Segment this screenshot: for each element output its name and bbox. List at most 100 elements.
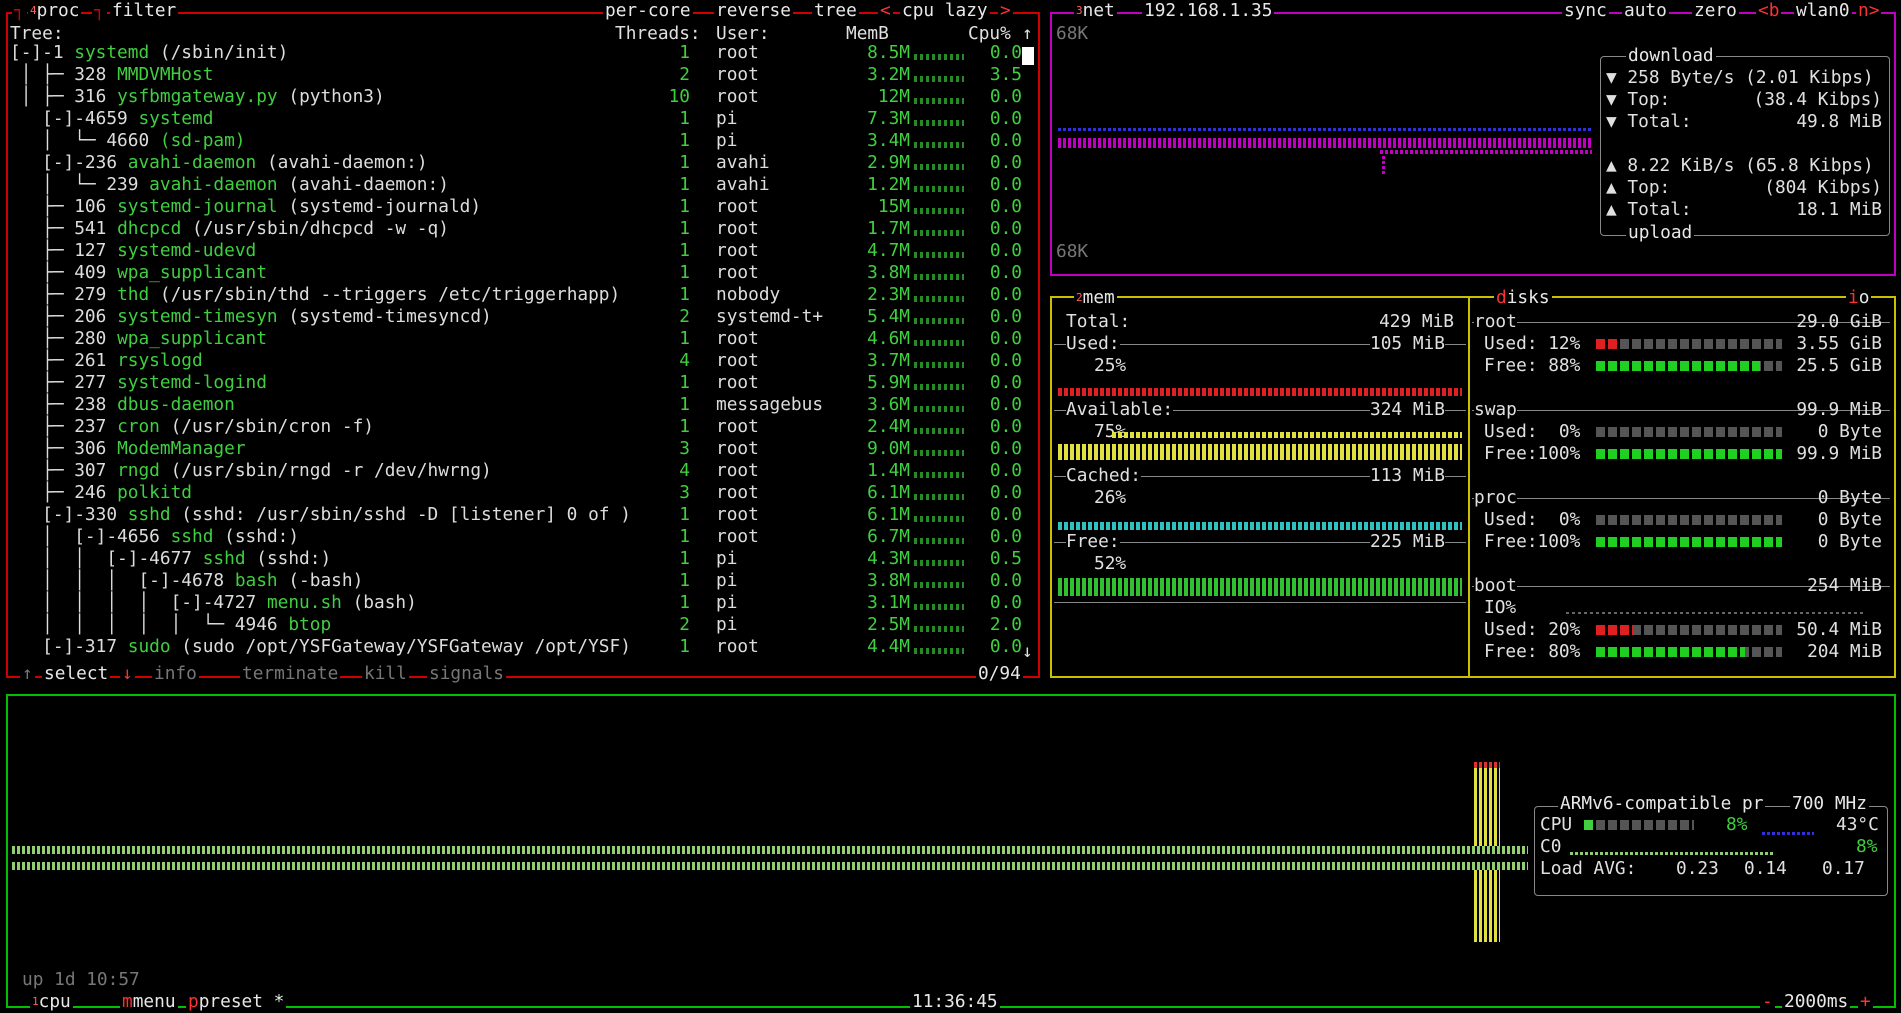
table-row[interactable]: ├─ 237 cron (/usr/sbin/cron -f) 1 root 2.4M… [10, 416, 1030, 438]
process-cpu: 0.0 [989, 152, 1022, 173]
table-row[interactable]: [-]-236 avahi-daemon (avahi-daemon:) 1 ava… [10, 152, 1030, 174]
process-cpu: 0.0 [989, 328, 1022, 349]
process-threads: 1 [679, 262, 690, 283]
process-tree-branch: ├─ 277 [10, 372, 118, 393]
per-core-toggle[interactable]: per-core [603, 0, 693, 22]
process-tree-branch: ├─ 238 [10, 394, 118, 415]
proc-tab-corner: ┐ [12, 0, 27, 22]
core0-graph [1570, 852, 1774, 855]
table-row[interactable]: │ └─ 239 avahi-daemon (avahi-daemon:) 1 av… [10, 174, 1030, 196]
net-title[interactable]: 3net [1074, 0, 1117, 22]
preset-button[interactable]: ppreset * [186, 991, 287, 1013]
process-command: (avahi-daemon:) [256, 152, 428, 173]
table-row[interactable]: │ │ │ [-]-4678 bash (-bash) 1 pi 3.8M 0.0 [10, 570, 1030, 592]
process-tree-branch: ├─ 127 [10, 240, 118, 261]
process-tree-branch: ├─ 409 [10, 262, 118, 283]
table-row[interactable]: │ [-]-4656 sshd (sshd:) 1 root 6.7M 0.0 [10, 526, 1030, 548]
sort-prev-button[interactable]: < [878, 0, 893, 22]
scroll-down-arrow[interactable]: ↓ [1022, 641, 1033, 663]
net-iface-prev[interactable]: <b [1756, 0, 1782, 22]
process-cpu: 0.0 [989, 394, 1022, 415]
table-row[interactable]: ├─ 277 systemd-logind 1 root 5.9M 0.0 [10, 372, 1030, 394]
cpu-title[interactable]: 1cpu [30, 991, 73, 1013]
process-user: root [716, 196, 759, 217]
upload-total-label: ▲ Total: [1606, 199, 1692, 220]
process-user: avahi [716, 174, 770, 195]
process-mem: 7.3M [867, 108, 910, 129]
info-button[interactable]: info [152, 663, 199, 685]
process-tree-branch: │ ├─ 316 [10, 86, 118, 107]
process-mem: 3.1M [867, 592, 910, 613]
disk-used: 3.55 GiB [1796, 333, 1882, 354]
disk-free-label: Free:100% [1484, 443, 1581, 464]
process-cpu-graph [914, 120, 964, 126]
table-row[interactable]: ├─ 306 ModemManager 3 root 9.0M 0.0 [10, 438, 1030, 460]
tree-toggle[interactable]: tree [812, 0, 859, 22]
table-row[interactable]: ├─ 261 rsyslogd 4 root 3.7M 0.0 [10, 350, 1030, 372]
table-row[interactable]: │ │ │ │ │ └─ 4946 btop 2 pi 2.5M 2.0 [10, 614, 1030, 636]
select-button[interactable]: select [42, 663, 111, 685]
proc-title[interactable]: 4proc [28, 0, 82, 22]
process-user: pi [716, 570, 738, 591]
process-cpu: 0.0 [989, 218, 1022, 239]
disks-io-toggle[interactable]: io [1846, 287, 1872, 309]
table-row[interactable]: [-]-1 systemd (/sbin/init) 1 root 8.5M 0.0 [10, 42, 1030, 64]
process-user: root [716, 460, 759, 481]
disks-title[interactable]: disks [1494, 287, 1552, 309]
reverse-toggle[interactable]: reverse [714, 0, 793, 22]
kill-button[interactable]: kill [362, 663, 409, 685]
table-row[interactable]: ├─ 238 dbus-daemon 1 messagebus 3.6M 0.0 [10, 394, 1030, 416]
mem-avail: 324 MiB [1370, 399, 1445, 421]
process-cpu: 0.5 [989, 548, 1022, 569]
table-row[interactable]: [-]-4659 systemd 1 pi 7.3M 0.0 [10, 108, 1030, 130]
table-row[interactable]: ├─ 106 systemd-journal (systemd-journald… [10, 196, 1030, 218]
select-up-arrow[interactable]: ↑ [20, 663, 35, 685]
table-row[interactable]: [-]-317 sudo (sudo /opt/YSFGateway/YSFGa… [10, 636, 1030, 658]
process-threads: 4 [679, 350, 690, 371]
menu-button[interactable]: mmenu [120, 991, 178, 1013]
process-tree-branch: ├─ 261 [10, 350, 118, 371]
process-user: root [716, 482, 759, 503]
table-row[interactable]: ├─ 127 systemd-udevd 1 root 4.7M 0.0 [10, 240, 1030, 262]
process-user: root [716, 350, 759, 371]
sort-next-button[interactable]: > [998, 0, 1013, 22]
table-row[interactable]: │ └─ 4660 (sd-pam) 1 pi 3.4M 0.0 [10, 130, 1030, 152]
mem-used-label: Used: [1066, 333, 1120, 355]
table-row[interactable]: ├─ 541 dhcpcd (/usr/sbin/dhcpcd -w -q) 1 r… [10, 218, 1030, 240]
process-threads: 1 [679, 218, 690, 239]
net-iface-next[interactable]: n> [1856, 0, 1882, 22]
process-user: pi [716, 614, 738, 635]
process-user: root [716, 438, 759, 459]
net-sync-toggle[interactable]: sync [1562, 0, 1609, 22]
process-user: root [716, 240, 759, 261]
net-auto-toggle[interactable]: auto [1622, 0, 1669, 22]
table-row[interactable]: │ │ │ │ [-]-4727 menu.sh (bash) 1 pi 3.1M 0.… [10, 592, 1030, 614]
table-row[interactable]: ├─ 280 wpa_supplicant 1 root 4.6M 0.0 [10, 328, 1030, 350]
net-zero-toggle[interactable]: zero [1692, 0, 1739, 22]
table-row[interactable]: ├─ 279 thd (/usr/sbin/thd --triggers /et… [10, 284, 1030, 306]
sort-field[interactable]: cpu lazy [900, 0, 990, 22]
mem-cached-pct: 26% [1094, 487, 1127, 508]
signals-button[interactable]: signals [427, 663, 506, 685]
proc-filter-button[interactable]: filter [110, 0, 179, 22]
mem-free: 225 MiB [1370, 531, 1445, 553]
table-row[interactable]: ├─ 409 wpa_supplicant 1 root 3.8M 0.0 [10, 262, 1030, 284]
table-row[interactable]: ├─ 307 rngd (/usr/sbin/rngd -r /dev/hwrn… [10, 460, 1030, 482]
table-row[interactable]: ├─ 246 polkitd 3 root 6.1M 0.0 [10, 482, 1030, 504]
interval-increase[interactable]: + [1858, 991, 1873, 1013]
scrollbar-thumb[interactable] [1022, 47, 1034, 65]
table-row[interactable]: │ ├─ 328 MMDVMHost 2 root 3.2M 3.5 [10, 64, 1030, 86]
terminate-button[interactable]: terminate [240, 663, 341, 685]
table-row[interactable]: ├─ 206 systemd-timesyn (systemd-timesync… [10, 306, 1030, 328]
table-row[interactable]: [-]-330 sshd (sshd: /usr/sbin/sshd -D [l… [10, 504, 1030, 526]
cpu-model: ARMv6-compatible pr [1558, 793, 1766, 815]
mem-title[interactable]: 2mem [1074, 287, 1117, 309]
interval-decrease[interactable]: - [1760, 991, 1775, 1013]
process-command: (avahi-daemon:) [277, 174, 449, 195]
table-row[interactable]: │ ├─ 316 ysfbmgateway.py (python3) 10 root… [10, 86, 1030, 108]
process-name: sshd [202, 548, 246, 569]
table-row[interactable]: │ │ [-]-4677 sshd (sshd:) 1 pi 4.3M 0.5 [10, 548, 1030, 570]
select-down-arrow[interactable]: ↓ [120, 663, 135, 685]
cpu-freq: 700 MHz [1790, 793, 1869, 815]
process-command: (systemd-journald) [277, 196, 482, 217]
